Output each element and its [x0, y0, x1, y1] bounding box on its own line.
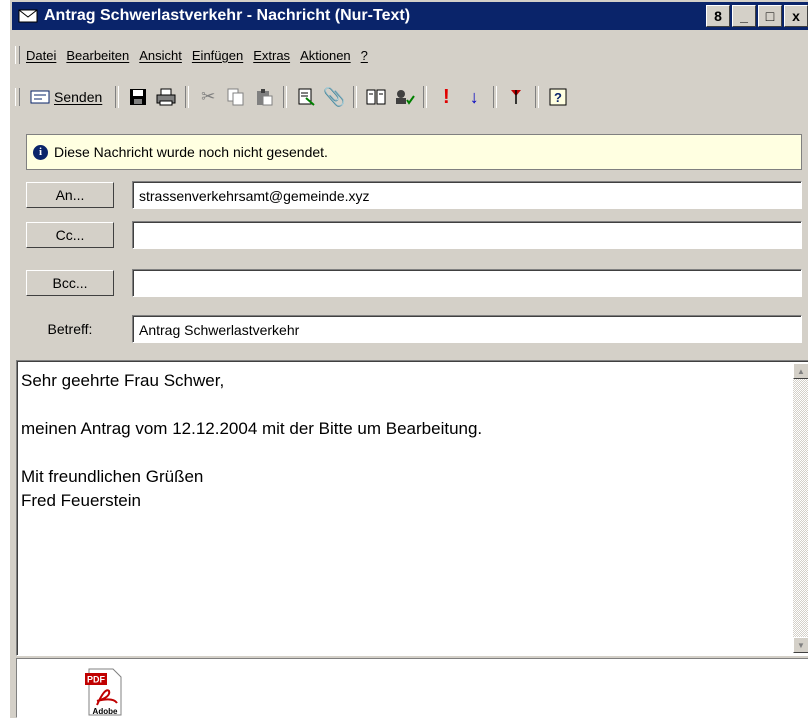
bcc-field[interactable] [132, 269, 802, 297]
high-importance-icon[interactable]: ! [434, 85, 458, 109]
scroll-down-button[interactable]: ▼ [793, 637, 808, 653]
subject-field[interactable]: Antrag Schwerlastverkehr [132, 315, 802, 343]
low-importance-icon[interactable]: ↓ [462, 85, 486, 109]
message-window: Antrag Schwerlastverkehr - Nachricht (Nu… [8, 0, 808, 718]
cc-row: Cc... [26, 220, 802, 250]
copy-icon[interactable] [224, 85, 248, 109]
menu-help[interactable]: ? [361, 48, 368, 63]
toolbar-separator [185, 86, 190, 108]
cc-field[interactable] [132, 221, 802, 249]
menu-einfuegen[interactable]: Einfügen [192, 48, 243, 63]
toolbar-separator [493, 86, 498, 108]
close-button[interactable]: x [784, 5, 808, 27]
to-row: An... strassenverkehrsamt@gemeinde.xyz [26, 180, 802, 210]
menubar-grip[interactable] [15, 46, 20, 64]
menu-aktionen[interactable]: Aktionen [300, 48, 351, 63]
send-label: Senden [54, 89, 103, 105]
toolbar-separator [423, 86, 428, 108]
message-text[interactable]: Sehr geehrte Frau Schwer, meinen Antrag … [21, 369, 482, 513]
toolbar-separator [283, 86, 288, 108]
adobe-label: Adobe [93, 707, 118, 716]
menu-extras[interactable]: Extras [253, 48, 290, 63]
flag-icon[interactable] [504, 85, 528, 109]
svg-text:?: ? [554, 90, 562, 105]
to-button[interactable]: An... [26, 182, 114, 208]
scroll-up-button[interactable]: ▲ [793, 363, 808, 379]
minimize-button[interactable]: _ [732, 5, 756, 27]
paste-icon[interactable] [252, 85, 276, 109]
toolbar-separator [535, 86, 540, 108]
menu-datei[interactable]: Datei [26, 48, 56, 63]
save-icon[interactable] [126, 85, 150, 109]
pdf-icon[interactable]: PDF Adobe [83, 667, 125, 717]
toolbar-separator [353, 86, 358, 108]
subject-row: Betreff: Antrag Schwerlastverkehr [26, 314, 802, 344]
info-icon: i [33, 144, 48, 160]
to-field[interactable]: strassenverkehrsamt@gemeinde.xyz [132, 181, 802, 209]
send-button[interactable]: Senden [26, 87, 106, 107]
vertical-scrollbar[interactable]: ▲ ▼ [793, 363, 808, 653]
toolbar-grip[interactable] [15, 88, 20, 106]
message-body[interactable]: Sehr geehrte Frau Schwer, meinen Antrag … [16, 360, 808, 656]
info-text: Diese Nachricht wurde noch nicht gesende… [54, 144, 328, 160]
cut-icon[interactable]: ✂ [196, 85, 220, 109]
print-window-button[interactable]: 8 [706, 5, 730, 27]
subject-label: Betreff: [47, 321, 93, 337]
print-icon[interactable] [154, 85, 178, 109]
insert-file-icon[interactable] [294, 85, 318, 109]
menu-bearbeiten[interactable]: Bearbeiten [66, 48, 129, 63]
send-icon [30, 90, 50, 104]
address-book-icon[interactable] [364, 85, 388, 109]
cc-button[interactable]: Cc... [26, 222, 114, 248]
title-bar[interactable]: Antrag Schwerlastverkehr - Nachricht (Nu… [12, 2, 808, 30]
info-bar: i Diese Nachricht wurde noch nicht gesen… [26, 134, 802, 170]
maximize-button[interactable]: □ [758, 5, 782, 27]
window-title: Antrag Schwerlastverkehr - Nachricht (Nu… [44, 7, 411, 24]
pdf-badge: PDF [87, 675, 106, 685]
menu-bar: Datei Bearbeiten Ansicht Einfügen Extras… [12, 44, 808, 66]
help-icon[interactable]: ? [546, 85, 570, 109]
attach-icon[interactable]: 📎 [322, 85, 346, 109]
bcc-row: Bcc... [26, 268, 802, 298]
toolbar: Senden ✂ 📎 ! ↓ ? [12, 82, 808, 112]
attachment-pane: PDF Adobe [16, 658, 808, 718]
bcc-button[interactable]: Bcc... [26, 270, 114, 296]
menu-ansicht[interactable]: Ansicht [139, 48, 182, 63]
check-names-icon[interactable] [392, 85, 416, 109]
toolbar-separator [115, 86, 120, 108]
envelope-icon [18, 9, 38, 23]
